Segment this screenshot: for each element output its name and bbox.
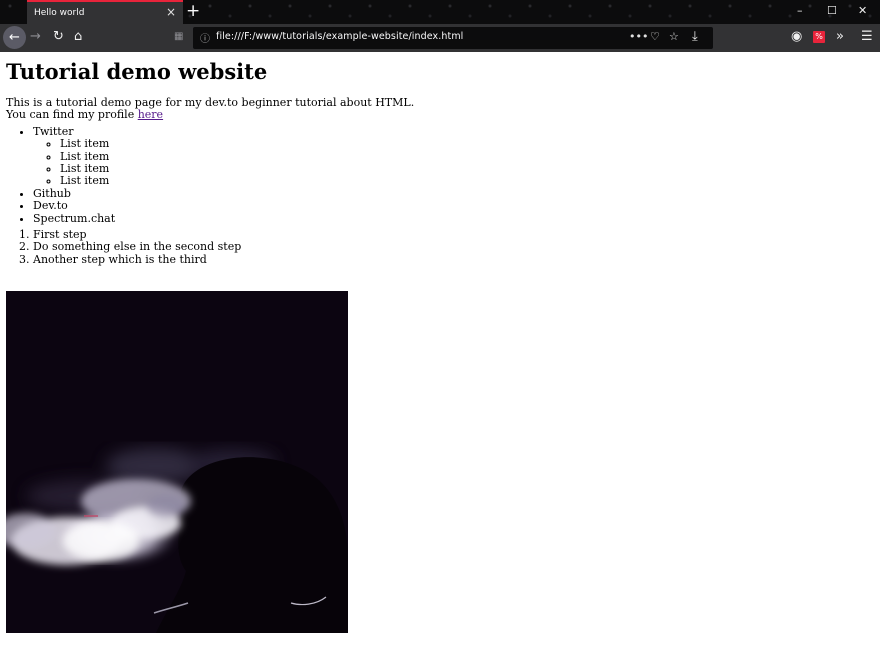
close-window-button[interactable]: ✕ xyxy=(858,4,867,18)
page-title: Tutorial demo website xyxy=(6,59,268,84)
minimize-button[interactable]: – xyxy=(797,4,803,18)
navigation-toolbar: ← → ↻ ⌂ ▦ ⓘ file:///F:/www/tutorials/exa… xyxy=(0,24,880,52)
forward-icon[interactable]: → xyxy=(30,29,41,45)
url-text[interactable]: file:///F:/www/tutorials/example-website… xyxy=(216,31,463,42)
profile-link[interactable]: here xyxy=(138,108,163,121)
extension-icon[interactable]: % xyxy=(813,31,825,43)
tab-title: Hello world xyxy=(34,8,85,18)
social-twitter: Twitter xyxy=(33,124,74,138)
tab-strip: Hello world × + – ☐ ✕ xyxy=(0,0,880,24)
maximize-button[interactable]: ☐ xyxy=(827,4,837,18)
reload-icon[interactable]: ↻ xyxy=(53,29,64,45)
info-icon[interactable]: ⓘ xyxy=(200,30,210,45)
smoke-illustration xyxy=(6,291,348,633)
nested-list-item: List item xyxy=(60,137,876,150)
address-bar[interactable]: ⓘ file:///F:/www/tutorials/example-websi… xyxy=(193,27,713,49)
nested-list-item: List item xyxy=(60,150,876,163)
list-item: Twitter List item List item List item Li… xyxy=(33,124,876,188)
social-list: Twitter List item List item List item Li… xyxy=(6,124,876,225)
intro-line-1: This is a tutorial demo page for my dev.… xyxy=(6,96,415,109)
new-tab-button[interactable]: + xyxy=(186,1,200,21)
menu-icon[interactable]: ☰ xyxy=(861,29,873,45)
back-icon[interactable]: ← xyxy=(3,26,26,49)
tab-close-icon[interactable]: × xyxy=(166,6,176,18)
home-icon[interactable]: ⌂ xyxy=(74,29,82,45)
ublock-icon[interactable]: ◉ xyxy=(791,29,802,45)
intro-line-2: You can find my profile xyxy=(6,108,138,122)
step-item: Do something else in the second step xyxy=(33,241,876,254)
smoke-photo xyxy=(6,291,348,633)
nested-list: List item List item List item List item xyxy=(33,137,876,188)
overflow-icon[interactable]: » xyxy=(836,29,844,45)
page-icon: ▦ xyxy=(174,31,184,42)
social-devto: Dev.to xyxy=(33,199,876,212)
download-icon[interactable]: ⤓ xyxy=(692,29,698,45)
intro-paragraph: This is a tutorial demo page for my dev.… xyxy=(6,96,876,122)
nested-list-item: List item xyxy=(60,162,876,175)
nested-list-item: List item xyxy=(60,175,876,188)
social-spectrum: Spectrum.chat xyxy=(33,212,876,225)
bookmark-star-icon[interactable]: ☆ xyxy=(669,30,679,43)
tab-hello-world[interactable]: Hello world × xyxy=(27,0,183,24)
pocket-icon[interactable]: ♡ xyxy=(650,30,660,43)
page-content: Tutorial demo website This is a tutorial… xyxy=(6,54,876,270)
social-github: Github xyxy=(33,187,876,200)
more-icon[interactable]: ••• xyxy=(629,30,648,43)
step-item: Another step which is the third xyxy=(33,253,876,266)
steps-list: First step Do something else in the seco… xyxy=(6,228,876,266)
